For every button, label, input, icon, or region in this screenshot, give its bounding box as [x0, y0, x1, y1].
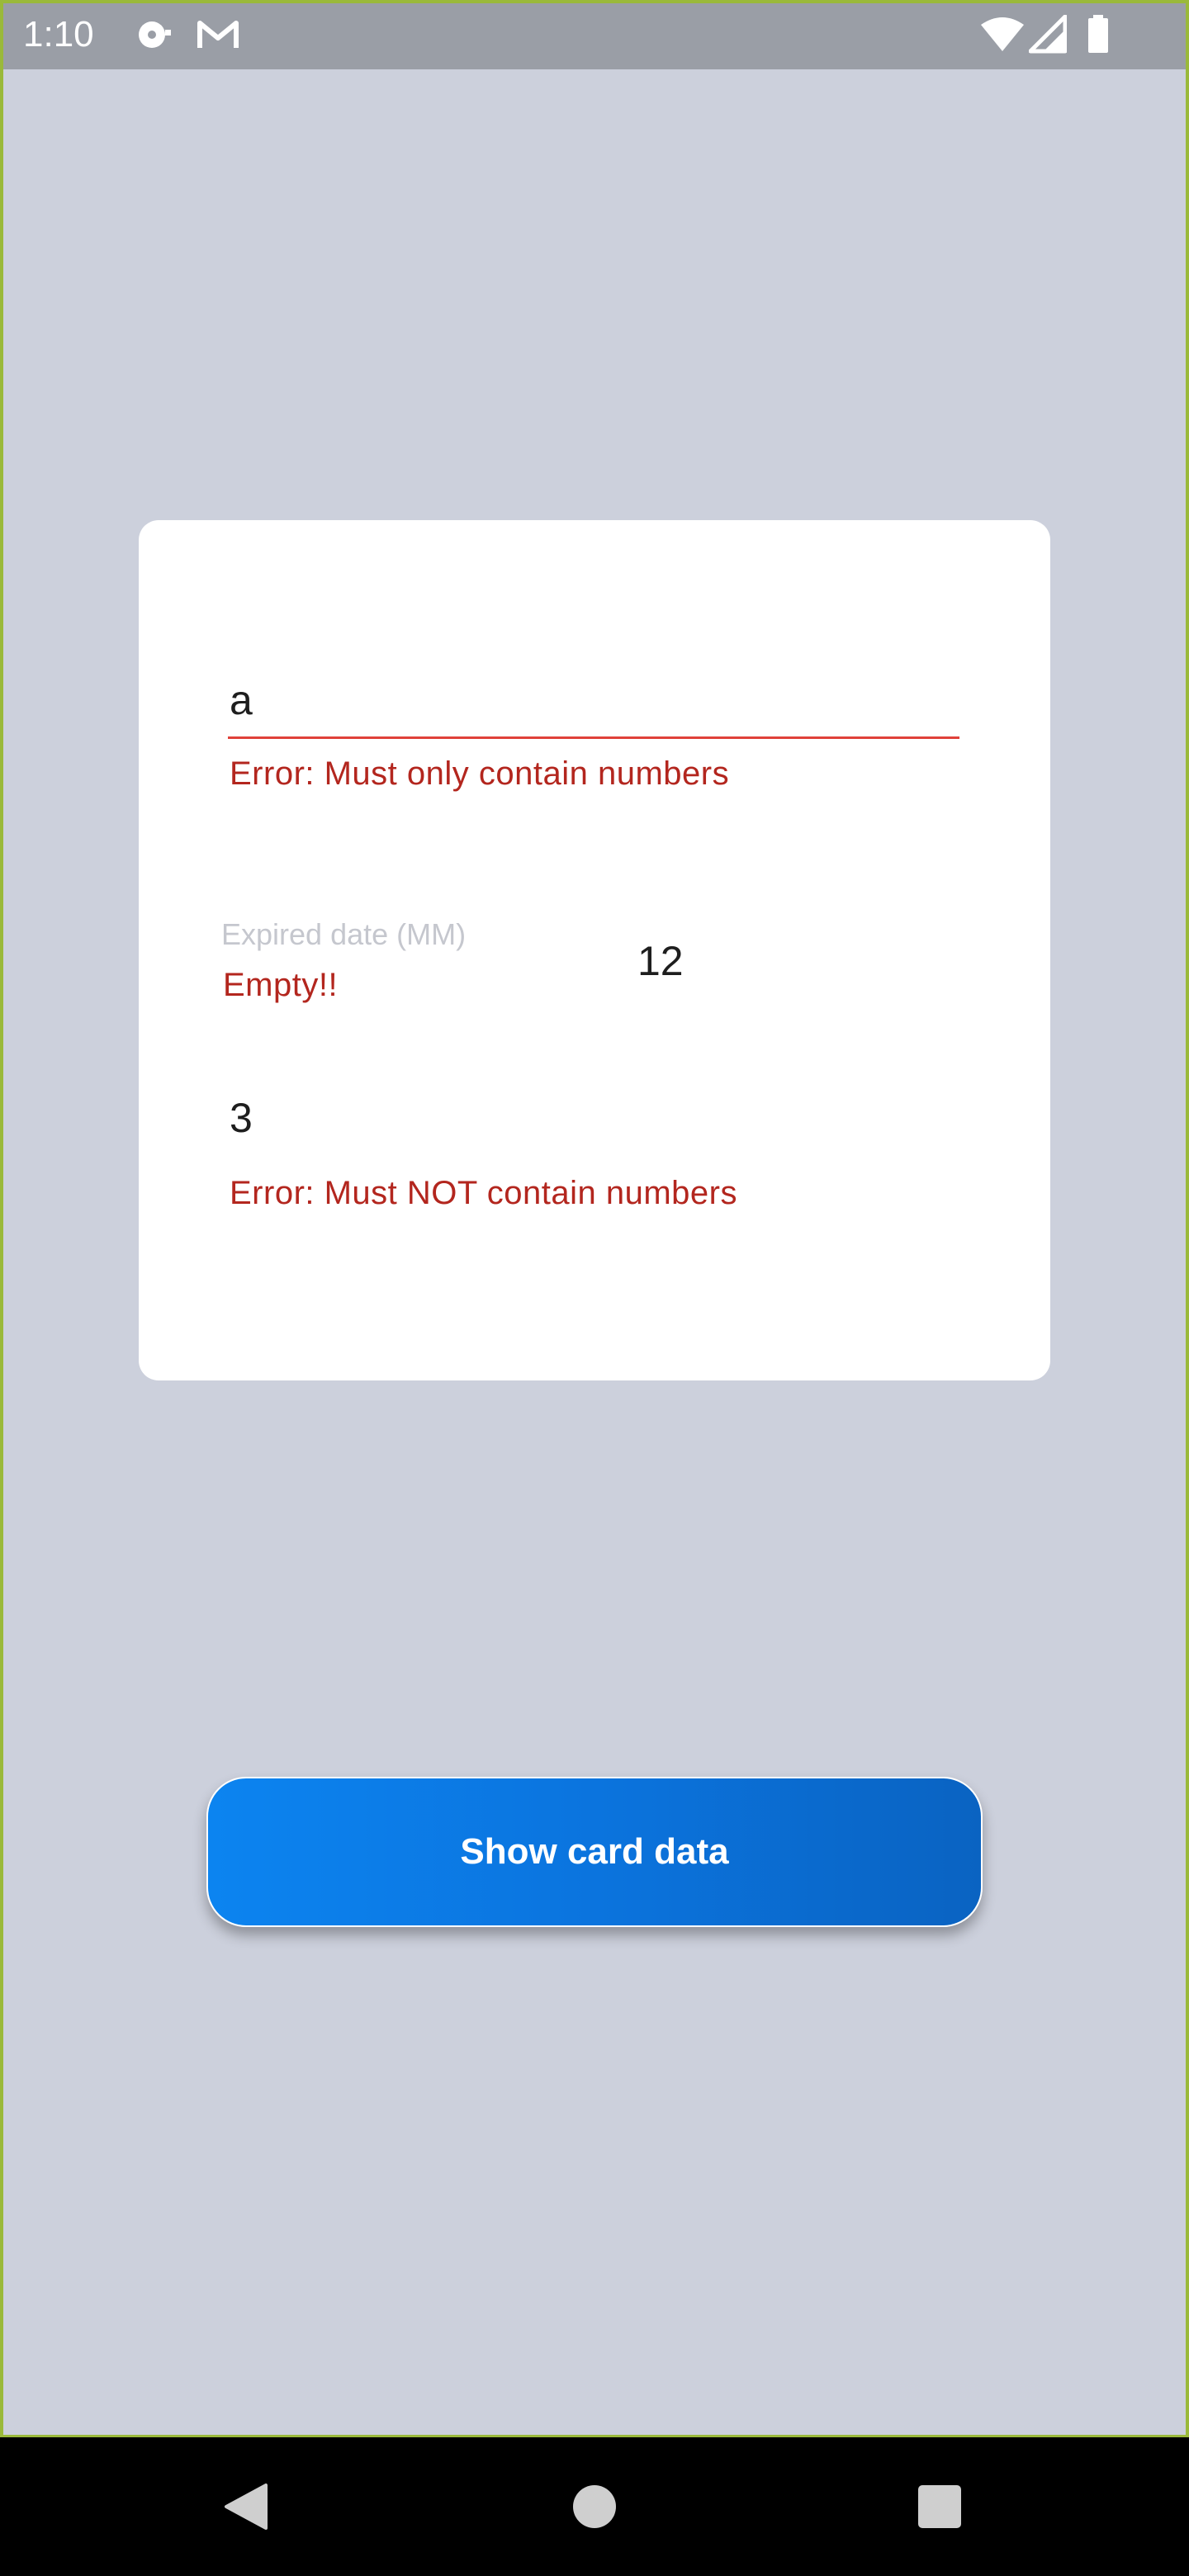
status-bar: 1:10 — [0, 0, 1189, 69]
card-form: a Error: Must only contain numbers Expir… — [139, 520, 1050, 1380]
show-card-data-button[interactable]: Show card data — [206, 1777, 983, 1927]
expiry-input[interactable]: 12 — [637, 936, 684, 986]
gmail-icon — [197, 15, 239, 54]
cell-signal-icon — [1029, 15, 1067, 54]
recents-icon[interactable] — [912, 2479, 968, 2535]
home-icon[interactable] — [566, 2479, 623, 2535]
card-number-error: Error: Must only contain numbers — [230, 755, 730, 792]
back-icon[interactable] — [220, 2479, 276, 2535]
name-input[interactable]: 3 — [230, 1093, 253, 1143]
card-number-underline — [228, 736, 959, 739]
expiry-error: Empty!! — [223, 967, 339, 1003]
wifi-icon — [979, 15, 1026, 54]
disc-notification-icon — [134, 15, 175, 54]
status-time: 1:10 — [23, 14, 94, 54]
card-number-input[interactable]: a — [230, 675, 253, 725]
name-error: Error: Must NOT contain numbers — [230, 1175, 737, 1211]
battery-icon — [1087, 15, 1110, 54]
navigation-bar — [0, 2437, 1189, 2576]
expiry-label: Expired date (MM) — [221, 917, 467, 951]
